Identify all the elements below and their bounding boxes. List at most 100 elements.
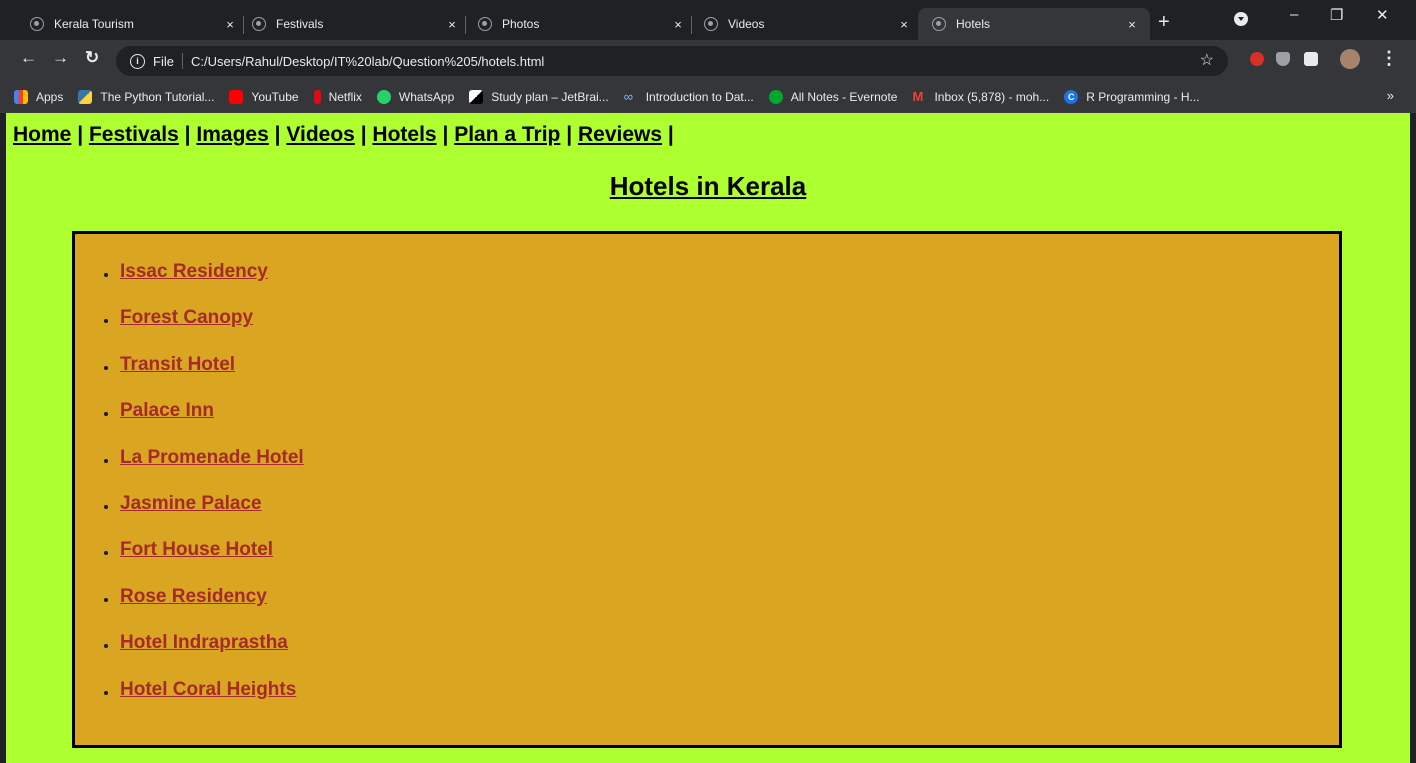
nav-link-hotels[interactable]: Hotels xyxy=(372,123,436,146)
list-item: Transit Hotel xyxy=(100,354,304,400)
bookmark-label: Apps xyxy=(36,90,64,104)
list-item: Issac Residency xyxy=(100,261,304,307)
tab-photos[interactable]: Photos × xyxy=(464,8,696,40)
hotel-link[interactable]: Hotel Indraprastha xyxy=(120,632,288,654)
globe-icon xyxy=(252,17,266,31)
nav-separator: | xyxy=(274,123,281,146)
gmail-icon: M xyxy=(912,89,924,104)
bullet-icon xyxy=(104,644,108,649)
page-title: Hotels in Kerala xyxy=(609,171,807,201)
tab-strip: Kerala Tourism × Festivals × Photos × Vi… xyxy=(0,0,1416,40)
nav-link-home[interactable]: Home xyxy=(13,123,71,146)
hotel-link[interactable]: Forest Canopy xyxy=(120,307,253,329)
close-icon[interactable]: × xyxy=(444,17,460,32)
bookmarks-bar: Apps The Python Tutorial... YouTube Netf… xyxy=(0,82,1416,113)
hotel-link[interactable]: La Promenade Hotel xyxy=(120,447,304,469)
browser-toolbar: ← → ↻ i File C:/Users/Rahul/Desktop/IT%2… xyxy=(0,40,1416,82)
hotel-link[interactable]: Palace Inn xyxy=(120,400,214,422)
bookmark-label: WhatsApp xyxy=(398,90,455,104)
extensions-puzzle-icon[interactable] xyxy=(1304,52,1318,66)
bookmark-youtube[interactable]: YouTube xyxy=(229,90,299,104)
tab-videos[interactable]: Videos × xyxy=(690,8,922,40)
window-close-icon[interactable]: ✕ xyxy=(1376,6,1389,24)
bookmark-star-icon[interactable]: ☆ xyxy=(1200,50,1214,70)
forward-arrow-icon[interactable]: → xyxy=(52,48,69,68)
bookmark-label: Netflix xyxy=(328,90,362,104)
nav-separator: | xyxy=(360,123,367,146)
nav-link-images[interactable]: Images xyxy=(196,123,268,146)
nav-link-plan-a-trip[interactable]: Plan a Trip xyxy=(454,123,560,146)
nav-separator: | xyxy=(77,123,84,146)
nav-separator: | xyxy=(184,123,191,146)
nav-separator: | xyxy=(667,123,674,146)
list-item: Fort House Hotel xyxy=(100,539,304,585)
nav-separator: | xyxy=(442,123,449,146)
bookmark-jetbrains[interactable]: Study plan – JetBrai... xyxy=(469,90,609,104)
hotel-link[interactable]: Jasmine Palace xyxy=(120,493,262,515)
profile-avatar[interactable] xyxy=(1340,49,1360,69)
bookmark-python-tutorial[interactable]: The Python Tutorial... xyxy=(78,90,214,104)
bullet-icon xyxy=(104,597,108,602)
restore-icon[interactable]: ❐ xyxy=(1330,6,1343,24)
netflix-icon xyxy=(313,90,321,104)
bookmark-label: The Python Tutorial... xyxy=(100,90,215,104)
bookmark-apps[interactable]: Apps xyxy=(14,90,63,104)
nav-link-festivals[interactable]: Festivals xyxy=(89,123,179,146)
bookmark-evernote[interactable]: All Notes - Evernote xyxy=(768,90,898,104)
r-programming-icon: C xyxy=(1064,90,1079,104)
hotel-link[interactable]: Hotel Coral Heights xyxy=(120,679,296,701)
jetbrains-icon xyxy=(469,90,484,104)
globe-icon xyxy=(478,17,492,31)
youtube-icon xyxy=(229,90,244,104)
menu-kebab-icon[interactable]: ⋮ xyxy=(1380,48,1398,69)
bookmarks-overflow-icon[interactable]: » xyxy=(1387,88,1394,103)
hotel-link[interactable]: Issac Residency xyxy=(120,261,268,283)
hotel-link[interactable]: Rose Residency xyxy=(120,586,267,608)
back-arrow-icon[interactable]: ← xyxy=(20,48,37,68)
bookmark-introduction-to-data[interactable]: ∞ Introduction to Dat... xyxy=(624,90,754,105)
url-text[interactable]: C:/Users/Rahul/Desktop/IT%20lab/Question… xyxy=(191,54,544,69)
minimize-icon[interactable]: – xyxy=(1290,6,1298,23)
close-icon[interactable]: × xyxy=(222,17,238,32)
bullet-icon xyxy=(104,273,108,277)
bullet-icon xyxy=(104,365,108,370)
shield-extension-icon[interactable] xyxy=(1276,52,1290,66)
new-tab-button[interactable]: + xyxy=(1158,10,1170,34)
tab-search-icon[interactable] xyxy=(1234,12,1248,26)
address-bar[interactable]: i File C:/Users/Rahul/Desktop/IT%20lab/Q… xyxy=(116,46,1228,76)
globe-icon xyxy=(30,17,44,31)
tab-title: Photos xyxy=(502,17,540,31)
bookmark-label: Study plan – JetBrai... xyxy=(491,90,609,104)
reload-icon[interactable]: ↻ xyxy=(85,48,99,68)
globe-icon xyxy=(932,17,946,31)
tab-title: Hotels xyxy=(956,17,991,31)
globe-icon xyxy=(704,17,718,31)
hotel-list-panel: Issac Residency Forest Canopy Transit Ho… xyxy=(72,231,1342,748)
bullet-icon xyxy=(104,458,108,463)
list-item: Hotel Indraprastha xyxy=(100,632,304,678)
hotel-link[interactable]: Transit Hotel xyxy=(120,354,235,376)
tab-title: Festivals xyxy=(276,17,324,31)
bookmark-gmail-inbox[interactable]: M Inbox (5,878) - moh... xyxy=(912,89,1049,105)
close-icon[interactable]: × xyxy=(670,17,686,32)
tab-hotels[interactable]: Hotels × xyxy=(918,8,1150,40)
close-icon[interactable]: × xyxy=(896,17,912,32)
tab-festivals[interactable]: Festivals × xyxy=(238,8,470,40)
bookmark-label: Introduction to Dat... xyxy=(645,90,754,104)
nav-link-videos[interactable]: Videos xyxy=(286,123,354,146)
whatsapp-icon xyxy=(376,90,391,104)
close-icon[interactable]: × xyxy=(1124,17,1140,32)
hotel-link[interactable]: Fort House Hotel xyxy=(120,539,273,561)
bookmark-label: All Notes - Evernote xyxy=(790,90,898,104)
nav-link-reviews[interactable]: Reviews xyxy=(578,123,662,146)
tab-kerala-tourism[interactable]: Kerala Tourism × xyxy=(16,8,248,40)
bookmark-r-programming[interactable]: C R Programming - H... xyxy=(1064,90,1200,104)
bookmark-label: YouTube xyxy=(251,90,299,104)
bookmark-whatsapp[interactable]: WhatsApp xyxy=(376,90,455,104)
bookmark-netflix[interactable]: Netflix xyxy=(313,90,362,104)
info-icon[interactable]: i xyxy=(130,53,145,69)
tab-title: Kerala Tourism xyxy=(54,17,134,31)
url-scheme: File xyxy=(153,53,174,69)
adblock-extension-icon[interactable] xyxy=(1250,52,1264,66)
hotel-list: Issac Residency Forest Canopy Transit Ho… xyxy=(100,261,304,725)
